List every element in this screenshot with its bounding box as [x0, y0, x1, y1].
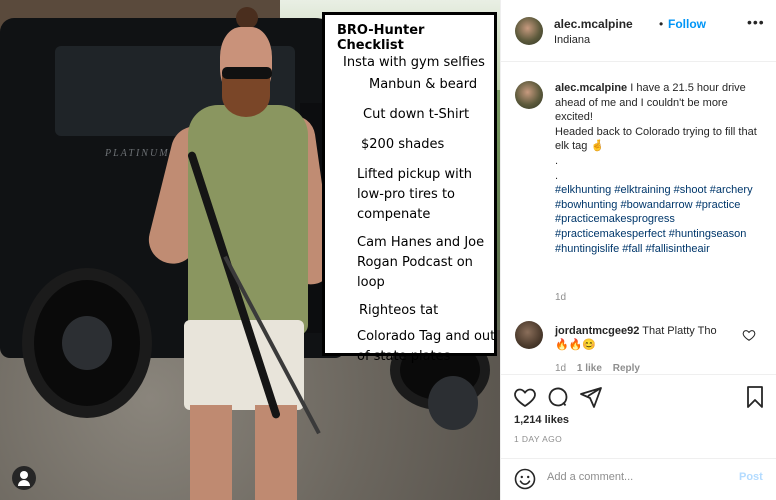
comment-input[interactable]: Add a comment... [547, 471, 633, 483]
comment-text: jordantmcgee92 That Platty Tho 🔥🔥😊 [555, 324, 740, 352]
emoji-icon[interactable] [513, 467, 537, 491]
comments-section[interactable]: alec.mcalpine I have a 21.5 hour drive a… [501, 63, 776, 373]
caption-line-2: Headed back to Colorado trying to fill t… [555, 125, 757, 153]
hashtag-link[interactable]: #practice [696, 199, 741, 211]
comment-like-heart-icon[interactable] [742, 328, 756, 342]
hashtag-list: #elkhunting #elktraining #shoot #archery… [555, 184, 753, 254]
hashtag-link[interactable]: #huntingseason [669, 228, 747, 240]
hashtag-link[interactable]: #fallisintheair [646, 243, 710, 255]
post-header: alec.mcalpine • Follow Indiana ••• [501, 0, 776, 62]
comment-emoji: 🔥🔥😊 [555, 339, 597, 351]
like-count[interactable]: 1,214 likes [514, 414, 569, 426]
comment-reply-button[interactable]: Reply [613, 363, 640, 373]
hunter-figure [143, 5, 336, 500]
caption-username[interactable]: alec.mcalpine [555, 82, 627, 94]
beard [222, 75, 270, 117]
separator-dot: • [659, 17, 664, 31]
left-leg [190, 405, 232, 500]
checklist-item: Manbun & beard [369, 77, 478, 92]
hashtag-link[interactable]: #shoot [674, 184, 707, 196]
checklist-overlay: BRO-Hunter Checklist Insta with gym self… [322, 12, 497, 364]
caption-avatar[interactable] [515, 81, 543, 109]
comment-body: That Platty Tho [642, 325, 717, 337]
hashtag-link[interactable]: #fall [622, 243, 642, 255]
checklist-item: Cut down t-Shirt [363, 107, 470, 122]
hashtag-link[interactable]: #elktraining [614, 184, 670, 196]
post-age[interactable]: 1 DAY AGO [514, 434, 562, 444]
hashtag-link[interactable]: #archery [710, 184, 753, 196]
follow-button[interactable]: Follow [668, 17, 706, 31]
heart-icon[interactable] [513, 385, 537, 409]
hashtag-link[interactable]: #bowandarrow [620, 199, 692, 211]
right-leg [255, 405, 297, 500]
author-avatar[interactable] [515, 17, 543, 45]
add-comment-bar: Add a comment... Post [501, 458, 776, 500]
post-actions: 1,214 likes 1 DAY AGO [501, 374, 776, 458]
hashtag-link[interactable]: #practicemakesprogress [555, 213, 675, 225]
man-bun [236, 7, 258, 29]
hashtag-link[interactable]: #practicemakesperfect [555, 228, 666, 240]
more-options-icon[interactable]: ••• [747, 14, 765, 30]
checklist-item: Lifted pickup with low-pro tires to comp… [357, 167, 473, 222]
comment-icon[interactable] [546, 385, 570, 409]
post-comment-button[interactable]: Post [739, 471, 763, 483]
share-icon[interactable] [579, 385, 603, 409]
caption-text: alec.mcalpine I have a 21.5 hour drive a… [555, 81, 761, 256]
user-tag-icon[interactable] [12, 466, 36, 490]
comment-timestamp[interactable]: 1d [555, 363, 566, 373]
commenter-username[interactable]: jordantmcgee92 [555, 325, 639, 337]
sunglasses [222, 67, 272, 79]
bookmark-icon[interactable] [743, 385, 767, 409]
hashtag-link[interactable]: #bowhunting [555, 199, 617, 211]
post-sidebar: alec.mcalpine • Follow Indiana ••• alec.… [500, 0, 776, 500]
comment-meta: 1d 1 like Reply [555, 363, 648, 373]
hashtag-link[interactable]: #huntingislife [555, 243, 619, 255]
caption-timestamp[interactable]: 1d [555, 292, 566, 303]
checklist-title: BRO-Hunter Checklist [337, 23, 425, 53]
caption-dot: . [555, 169, 559, 182]
shorts [184, 320, 304, 410]
checklist-item: Insta with gym selfies [343, 55, 485, 70]
checklist-item: Cam Hanes and Joe Rogan Podcast on loop [357, 235, 485, 290]
commenter-avatar[interactable] [515, 321, 543, 349]
checklist-item: Colorado Tag and out of state plates [357, 329, 496, 364]
checklist-item: Righteos tat [359, 303, 439, 318]
caption-dot: . [555, 154, 559, 167]
post-location[interactable]: Indiana [554, 34, 590, 46]
front-wheel [22, 268, 152, 418]
checklist-item: $200 shades [361, 137, 445, 152]
author-username[interactable]: alec.mcalpine [554, 17, 633, 31]
post-photo[interactable]: PLATINUM BRO-Hunter Checklist Insta with… [0, 0, 500, 500]
hashtag-link[interactable]: #elkhunting [555, 184, 611, 196]
comment-like-count[interactable]: 1 like [577, 363, 602, 373]
